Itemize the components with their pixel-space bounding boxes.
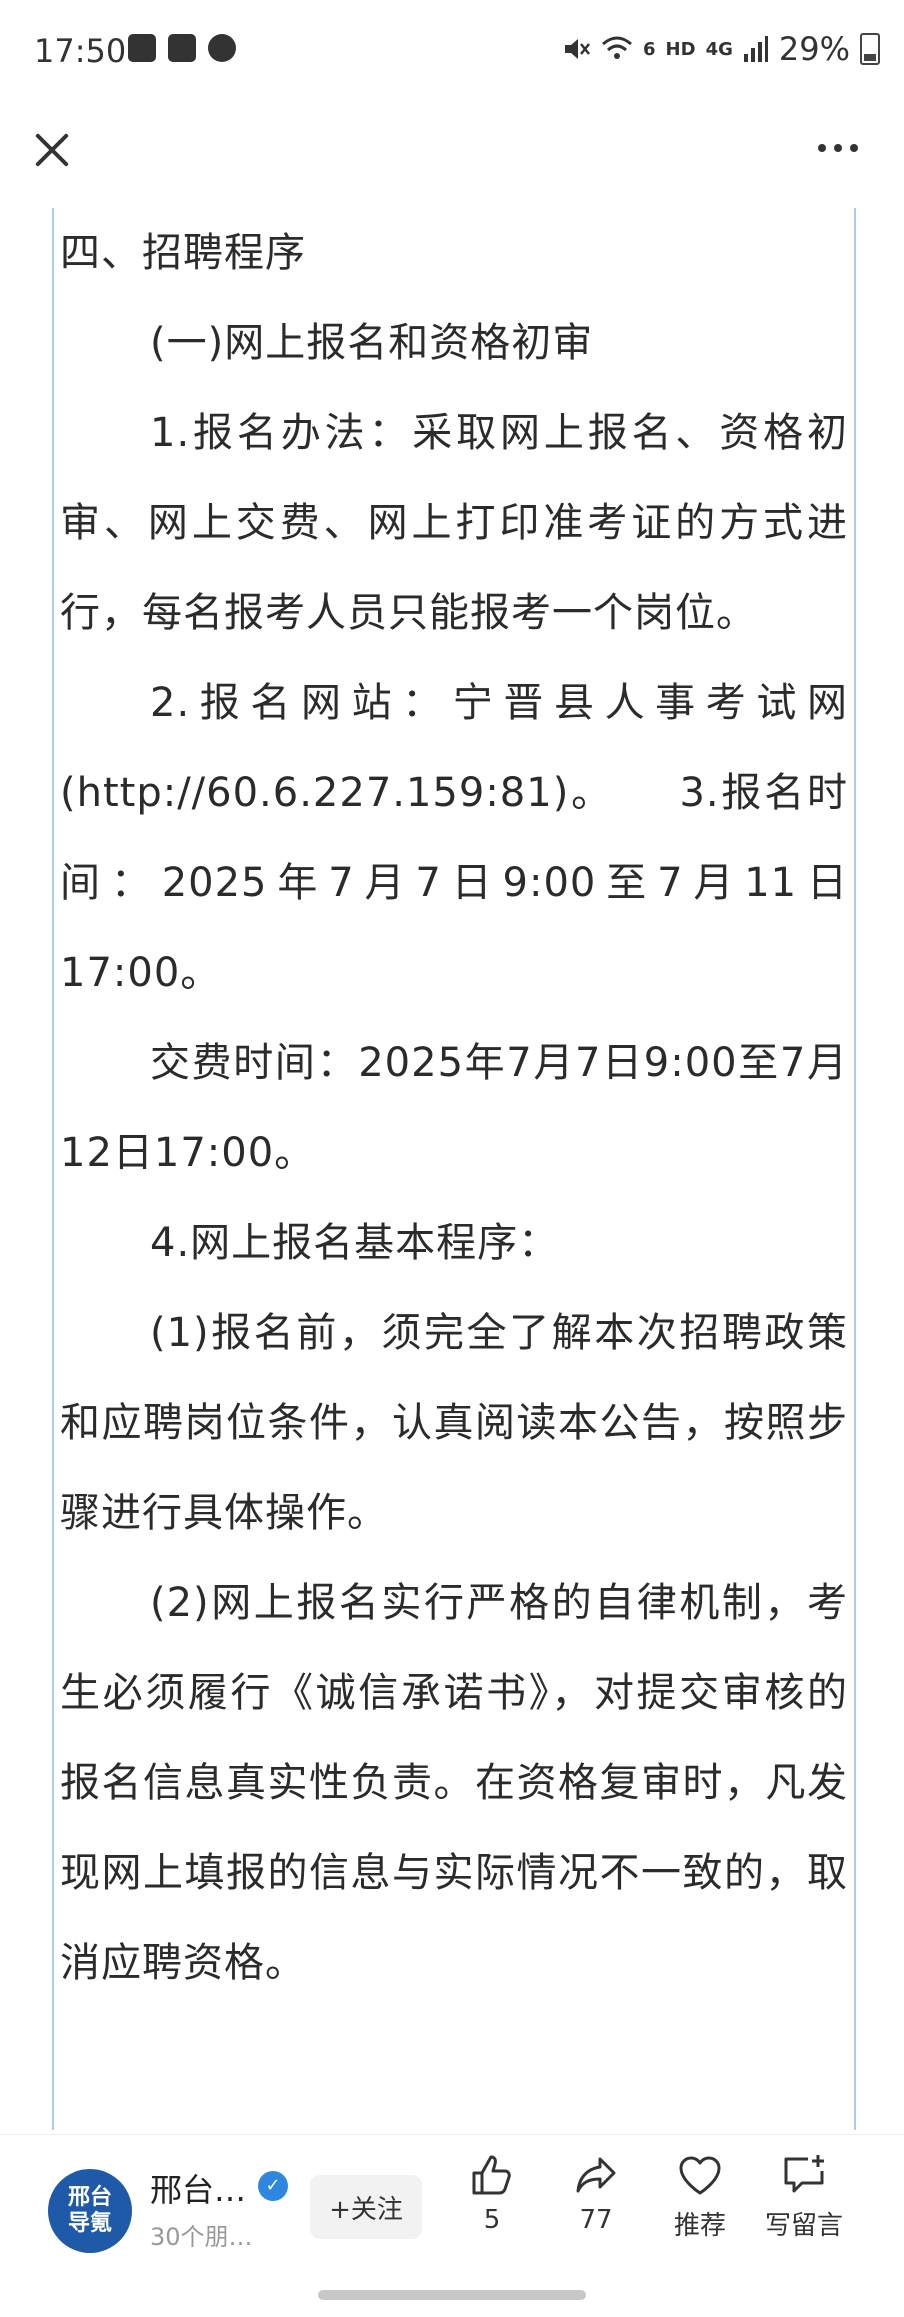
signal-icon bbox=[743, 36, 768, 62]
article-body: 四、招聘程序 (一)网上报名和资格初审 1.报名办法：采取网上报名、资格初审、网上交… bbox=[54, 208, 854, 2008]
battery-icon bbox=[860, 33, 880, 65]
account-subtitle: 30个朋… bbox=[150, 2223, 253, 2251]
hd-icon: HD bbox=[665, 38, 696, 60]
battery-percent: 29% bbox=[778, 30, 850, 68]
article-content: 四、招聘程序 (一)网上报名和资格初审 1.报名办法：采取网上报名、资格初审、网上交… bbox=[52, 208, 856, 2130]
status-time: 17:50 bbox=[34, 32, 127, 70]
network-type: 4G bbox=[705, 38, 733, 60]
share-count: 77 bbox=[579, 2205, 613, 2235]
article-paragraph: (2)网上报名实行严格的自律机制，考生必须履行《诚信承诺书》，对提交审核的报名信… bbox=[60, 1580, 848, 1986]
recommend-label: 推荐 bbox=[673, 2211, 726, 2241]
status-right-icons: 6 HD 4G 29% bbox=[561, 30, 880, 68]
article-paragraph: (1)报名前，须完全了解本次招聘政策和应聘岗位条件，认真阅读本公告，按照步骤进行… bbox=[60, 1310, 848, 1536]
verified-icon: ✓ bbox=[258, 2171, 288, 2201]
wifi-badge: 6 bbox=[643, 38, 656, 60]
mute-icon bbox=[565, 39, 590, 59]
image-icon bbox=[128, 34, 156, 62]
heart-icon bbox=[679, 2156, 721, 2195]
recommend-button[interactable]: 推荐 bbox=[650, 2151, 750, 2242]
article-paragraph: (一)网上报名和资格初审 bbox=[150, 320, 594, 366]
account-circle-icon bbox=[208, 34, 236, 62]
wifi-icon bbox=[602, 36, 632, 59]
section-heading: 四、招聘程序 bbox=[60, 230, 306, 276]
close-icon[interactable] bbox=[28, 126, 76, 174]
comment-add-icon bbox=[784, 2155, 824, 2193]
follow-button[interactable]: +关注 bbox=[310, 2175, 422, 2239]
article-paragraph: 2.报名网站：宁晋县人事考试网(http://60.6.227.159:81)。… bbox=[60, 680, 848, 996]
comment-label: 写留言 bbox=[764, 2211, 843, 2241]
share-icon bbox=[576, 2157, 616, 2193]
more-icon[interactable] bbox=[818, 144, 858, 152]
top-bar bbox=[0, 104, 904, 204]
thumbs-up-icon bbox=[472, 2155, 511, 2195]
like-button[interactable]: 5 bbox=[442, 2151, 542, 2235]
home-indicator[interactable] bbox=[318, 2290, 586, 2300]
article-paragraph: 1.报名办法：采取网上报名、资格初审、网上交费、网上打印准考证的方式进行，每名报… bbox=[60, 410, 848, 636]
avatar-text-2: 导氪 bbox=[67, 2211, 112, 2236]
avatar-text-1: 邢台 bbox=[67, 2185, 112, 2210]
status-left-icons bbox=[128, 34, 236, 62]
article-paragraph: 4.网上报名基本程序： bbox=[150, 1220, 560, 1266]
share-button[interactable]: 77 bbox=[546, 2151, 646, 2235]
avatar[interactable]: 邢台 导氪 bbox=[48, 2169, 132, 2253]
like-count: 5 bbox=[483, 2205, 501, 2235]
comment-button[interactable]: 写留言 bbox=[754, 2151, 854, 2242]
checkbox-icon bbox=[168, 34, 196, 62]
status-bar: 17:50 6 HD 4G 29% bbox=[0, 0, 904, 104]
article-paragraph: 交费时间：2025年7月7日9:00至7月12日17:00。 bbox=[60, 1040, 848, 1176]
account-name[interactable]: 邢台… bbox=[150, 2165, 246, 2211]
